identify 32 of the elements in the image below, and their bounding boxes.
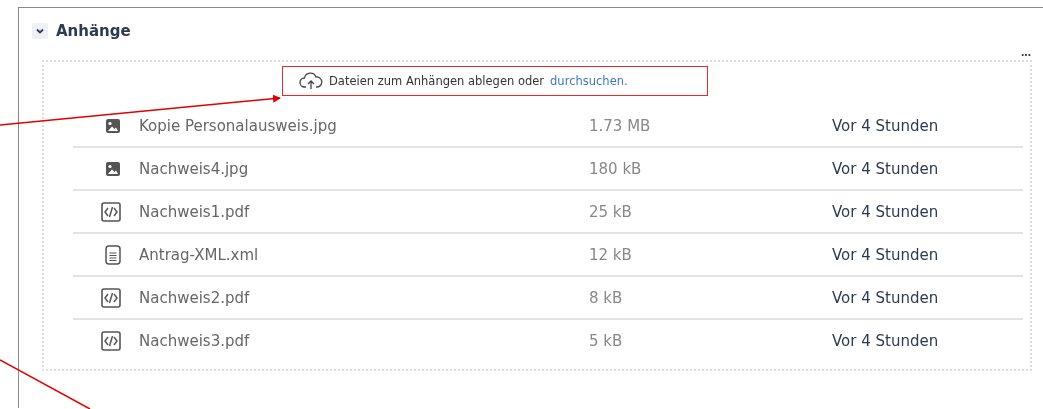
document-icon xyxy=(105,244,121,265)
section-title: Anhänge xyxy=(56,22,131,40)
file-name[interactable]: Kopie Personalausweis.jpg xyxy=(139,116,589,135)
file-modified: Vor 4 Stunden xyxy=(832,331,940,350)
file-name[interactable]: Nachweis3.pdf xyxy=(139,331,589,350)
file-modified: Vor 4 Stunden xyxy=(832,202,940,221)
file-modified: Vor 4 Stunden xyxy=(832,245,940,264)
cloud-upload-icon xyxy=(299,72,323,90)
collapse-toggle[interactable] xyxy=(32,23,48,39)
more-menu-button[interactable]: ... xyxy=(1021,44,1031,60)
image-icon xyxy=(105,160,121,177)
file-size: 180 kB xyxy=(589,159,643,178)
file-name[interactable]: Nachweis2.pdf xyxy=(139,288,589,307)
dropzone[interactable]: Dateien zum Anhängen ablegen oder durchsuchen. xyxy=(282,66,708,96)
file-name[interactable]: Nachweis1.pdf xyxy=(139,202,589,221)
file-size: 1.73 MB xyxy=(589,116,652,135)
image-icon xyxy=(105,117,121,134)
file-size: 25 kB xyxy=(589,202,633,221)
code-icon xyxy=(101,201,121,222)
file-size: 5 kB xyxy=(589,331,624,350)
chevron-icon xyxy=(35,26,45,36)
file-modified: Vor 4 Stunden xyxy=(832,159,940,178)
dropzone-text: Dateien zum Anhängen ablegen oder xyxy=(329,74,545,88)
file-name[interactable]: Antrag-XML.xml xyxy=(139,245,589,264)
code-icon xyxy=(101,330,121,351)
file-modified: Vor 4 Stunden xyxy=(832,288,940,307)
file-size: 12 kB xyxy=(589,245,633,264)
code-icon xyxy=(101,287,121,308)
file-size: 8 kB xyxy=(589,288,624,307)
file-modified: Vor 4 Stunden xyxy=(832,116,940,135)
file-name[interactable]: Nachweis4.jpg xyxy=(139,159,589,178)
browse-link[interactable]: durchsuchen. xyxy=(550,74,628,88)
